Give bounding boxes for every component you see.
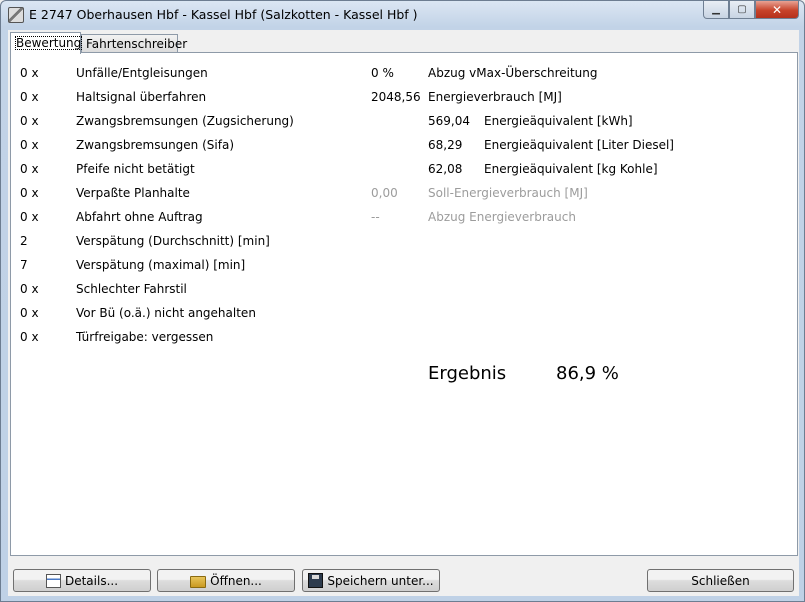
coal-value: 62,08 xyxy=(428,162,463,176)
soll-energy-label: Soll-Energieverbrauch [MJ] xyxy=(428,186,588,200)
bewertung-panel: 0 x Unfälle/Entgleisungen 0 x Haltsignal… xyxy=(10,52,798,556)
label-tuerfreigabe: Türfreigabe: vergessen xyxy=(76,330,214,344)
close-button-label: Schließen xyxy=(691,573,750,588)
kwh-value: 569,04 xyxy=(428,114,470,128)
label-vor-bue: Vor Bü (o.ä.) nicht angehalten xyxy=(76,306,256,320)
count-verspaetung-durchschnitt: 2 xyxy=(20,234,28,248)
label-verspaetung-durchschnitt: Verspätung (Durchschnitt) [min] xyxy=(76,234,270,248)
client-area: Bewertung Fahrtenschreiber 0 x Unfälle/E… xyxy=(8,30,799,596)
kwh-label: Energieäquivalent [kWh] xyxy=(484,114,633,128)
label-pfeife: Pfeife nicht betätigt xyxy=(76,162,195,176)
diesel-label: Energieäquivalent [Liter Diesel] xyxy=(484,138,674,152)
count-vor-bue: 0 x xyxy=(20,306,39,320)
label-haltsignal: Haltsignal überfahren xyxy=(76,90,207,104)
details-button-label: Details... xyxy=(64,573,119,588)
folder-open-icon xyxy=(190,575,207,588)
energy-label: Energieverbrauch [MJ] xyxy=(428,90,562,104)
tab-bewertung-label: Bewertung xyxy=(15,36,83,50)
vmax-label: Abzug vMax-Überschreitung xyxy=(428,66,598,80)
label-unfaelle: Unfälle/Entgleisungen xyxy=(76,66,208,80)
result-label: Ergebnis xyxy=(428,363,507,384)
label-planhalte: Verpaßte Planhalte xyxy=(76,186,190,200)
close-button[interactable]: Schließen xyxy=(647,569,794,592)
count-planhalte: 0 x xyxy=(20,186,39,200)
count-pfeife: 0 x xyxy=(20,162,39,176)
window-title: E 2747 Oberhausen Hbf - Kassel Hbf (Salz… xyxy=(29,7,418,22)
close-icon: ✕ xyxy=(771,2,783,17)
abzug-energy-value: -- xyxy=(371,210,380,224)
minimize-icon: ▁ xyxy=(712,4,720,15)
details-icon xyxy=(45,573,61,588)
save-as-button-label: Speichern unter... xyxy=(327,573,434,588)
count-tuerfreigabe: 0 x xyxy=(20,330,39,344)
label-fahrstil: Schlechter Fahrstil xyxy=(76,282,187,296)
floppy-disk-icon xyxy=(308,573,324,588)
soll-energy-value: 0,00 xyxy=(371,186,398,200)
minimize-button[interactable]: ▁ xyxy=(703,1,729,19)
caption-buttons: ▁ ▢ ✕ xyxy=(703,1,799,20)
coal-label: Energieäquivalent [kg Kohle] xyxy=(484,162,658,176)
label-abfahrt: Abfahrt ohne Auftrag xyxy=(76,210,203,224)
app-window: E 2747 Oberhausen Hbf - Kassel Hbf (Salz… xyxy=(0,0,805,602)
details-button[interactable]: Details... xyxy=(13,569,151,592)
count-fahrstil: 0 x xyxy=(20,282,39,296)
tab-bewertung[interactable]: Bewertung xyxy=(10,32,83,54)
close-window-button[interactable]: ✕ xyxy=(755,1,799,19)
count-verspaetung-maximal: 7 xyxy=(20,258,28,272)
title-bar[interactable]: E 2747 Oberhausen Hbf - Kassel Hbf (Salz… xyxy=(1,1,804,28)
energy-value: 2048,56 xyxy=(371,90,421,104)
result-value: 86,9 % xyxy=(556,363,619,384)
save-as-button[interactable]: Speichern unter... xyxy=(302,569,440,592)
open-button[interactable]: Öffnen... xyxy=(157,569,295,592)
label-zwangsbremsung-sifa: Zwangsbremsungen (Sifa) xyxy=(76,138,234,152)
count-abfahrt: 0 x xyxy=(20,210,39,224)
diesel-value: 68,29 xyxy=(428,138,463,152)
label-verspaetung-maximal: Verspätung (maximal) [min] xyxy=(76,258,246,272)
tab-fahrtenschreiber[interactable]: Fahrtenschreiber xyxy=(81,34,187,52)
maximize-button[interactable]: ▢ xyxy=(729,1,755,19)
abzug-energy-label: Abzug Energieverbrauch xyxy=(428,210,576,224)
open-button-label: Öffnen... xyxy=(210,573,262,588)
count-zwangsbremsung-zugsicherung: 0 x xyxy=(20,114,39,128)
app-icon[interactable] xyxy=(8,7,24,23)
tab-fahrtenschreiber-label: Fahrtenschreiber xyxy=(86,37,188,51)
vmax-value: 0 % xyxy=(371,66,394,80)
count-zwangsbremsung-sifa: 0 x xyxy=(20,138,39,152)
count-haltsignal: 0 x xyxy=(20,90,39,104)
count-unfaelle: 0 x xyxy=(20,66,39,80)
maximize-icon: ▢ xyxy=(737,4,747,15)
label-zwangsbremsung-zugsicherung: Zwangsbremsungen (Zugsicherung) xyxy=(76,114,294,128)
